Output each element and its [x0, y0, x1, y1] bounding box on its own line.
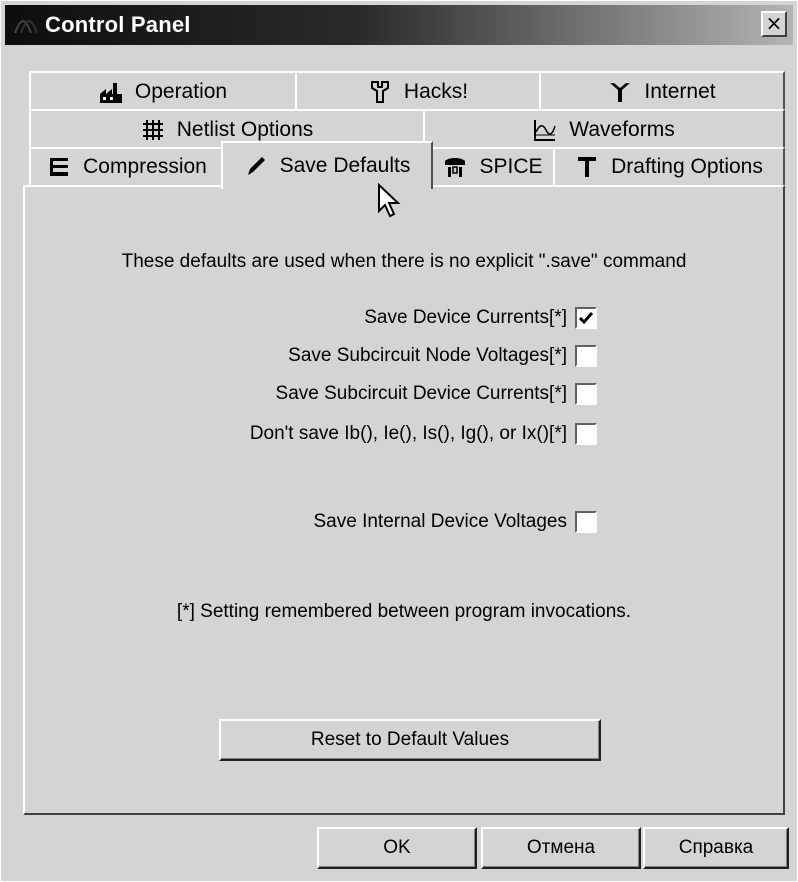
drafting-t-icon — [578, 157, 597, 177]
tab-label: Netlist Options — [176, 118, 314, 141]
checkbox-dont-save-currents[interactable] — [575, 423, 597, 445]
tab-label: Hacks! — [403, 80, 469, 103]
tab-hacks[interactable]: Hacks! — [295, 71, 541, 111]
cancel-button[interactable]: Отмена — [481, 827, 641, 869]
option-label: Save Subcircuit Node Voltages[*] — [288, 345, 567, 366]
tab-label: Save Defaults — [279, 154, 411, 177]
pen-icon — [247, 157, 265, 175]
option-save-subcircuit-device-currents[interactable]: Save Subcircuit Device Currents[*] — [276, 383, 597, 405]
tab-waveforms[interactable]: Waveforms — [423, 109, 785, 149]
help-button[interactable]: Справка — [643, 827, 789, 869]
app-icon — [14, 20, 38, 34]
window-title: Control Panel — [45, 12, 191, 37]
waveform-icon — [534, 120, 557, 141]
option-label: Don't save Ib(), Ie(), Is(), Ig(), or Ix… — [249, 423, 567, 444]
tab-label: Internet — [644, 80, 716, 103]
tab-spice[interactable]: SPICE — [431, 147, 555, 185]
tab-label: Waveforms — [569, 118, 675, 141]
compression-clamp-icon — [50, 158, 69, 176]
option-dont-save-currents[interactable]: Don't save Ib(), Ie(), Is(), Ig(), or Ix… — [250, 423, 597, 445]
checkbox-save-device-currents[interactable] — [575, 307, 597, 329]
tab-label: SPICE — [479, 155, 543, 178]
checkbox-save-internal-device-voltages[interactable] — [575, 511, 597, 533]
tab-save-defaults[interactable]: Save Defaults — [221, 141, 433, 189]
checkbox-save-subcircuit-device-currents[interactable] — [575, 383, 597, 405]
tab-operation[interactable]: Operation — [29, 71, 297, 111]
grid-icon — [142, 120, 163, 140]
option-label: Save Subcircuit Device Currents[*] — [275, 383, 567, 404]
checkmark-icon — [578, 312, 594, 325]
remembered-note: [*] Setting remembered between program i… — [176, 601, 632, 622]
option-save-internal-device-voltages[interactable]: Save Internal Device Voltages — [313, 511, 597, 533]
tab-label: Drafting Options — [611, 155, 763, 178]
option-label: Save Device Currents[*] — [364, 307, 567, 328]
intro-text: These defaults are used when there is no… — [121, 251, 687, 272]
option-label: Save Internal Device Voltages — [313, 511, 568, 532]
tab-internet[interactable]: Internet — [539, 71, 785, 111]
tab-label: Compression — [83, 155, 207, 178]
checkbox-save-subcircuit-node-voltages[interactable] — [575, 345, 597, 367]
antenna-icon — [610, 83, 631, 102]
close-button[interactable]: × — [761, 11, 787, 37]
control-panel-window: Control Panel × Operation Hacks! Interne… — [0, 0, 798, 882]
tab-drafting-options[interactable]: Drafting Options — [553, 147, 785, 185]
tab-compression[interactable]: Compression — [29, 147, 225, 185]
option-save-device-currents[interactable]: Save Device Currents[*] — [364, 307, 597, 329]
tab-label: Operation — [134, 80, 228, 103]
mouse-cursor-icon — [378, 183, 401, 218]
close-icon: × — [765, 11, 783, 35]
wrench-icon — [370, 81, 389, 103]
option-save-subcircuit-node-voltages[interactable]: Save Subcircuit Node Voltages[*] — [288, 345, 597, 367]
ok-button[interactable]: OK — [317, 827, 477, 869]
reset-defaults-button[interactable]: Reset to Default Values — [219, 719, 601, 761]
factory-icon — [99, 83, 122, 103]
save-defaults-panel: These defaults are used when there is no… — [23, 185, 785, 815]
spice-icon — [445, 158, 466, 177]
title-bar[interactable]: Control Panel × — [5, 5, 793, 45]
